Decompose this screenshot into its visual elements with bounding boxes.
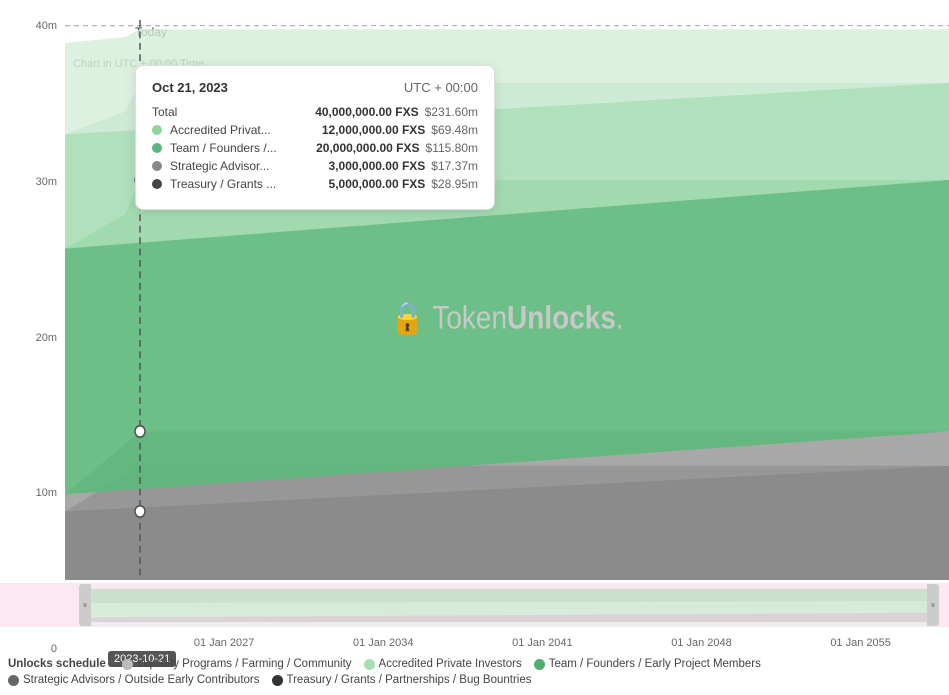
svg-text:🔒 TokenUnlocks.: 🔒 TokenUnlocks. bbox=[390, 301, 623, 336]
y-label-10m: 10m bbox=[8, 487, 57, 499]
treasury-dot bbox=[152, 179, 162, 189]
tooltip-row-team: Team / Founders /... 20,000,000.00 FXS $… bbox=[152, 141, 478, 155]
tooltip-row-strategic: Strategic Advisor... 3,000,000.00 FXS $1… bbox=[152, 159, 478, 173]
x-axis: 01 Jan 2027 01 Jan 2034 01 Jan 2041 01 J… bbox=[65, 631, 949, 655]
scrollbar-right-handle[interactable]: ⏸ bbox=[927, 584, 939, 626]
tooltip-row-total: Total 40,000,000.00 FXS $231.60m bbox=[152, 105, 478, 119]
legend-title: Unlocks schedule bbox=[8, 658, 106, 670]
accredited-legend-dot bbox=[364, 659, 375, 670]
legend: Unlocks schedule Liquidity Programs / Fa… bbox=[0, 654, 949, 690]
legend-item-strategic: Strategic Advisors / Outside Early Contr… bbox=[8, 674, 260, 686]
scrollbar-area[interactable]: ⏸ ⏸ bbox=[0, 583, 949, 627]
x-label-2034: 01 Jan 2034 bbox=[353, 637, 414, 649]
accredited-dot bbox=[152, 125, 162, 135]
legend-item-accredited: Accredited Private Investors bbox=[364, 658, 522, 670]
tooltip-row-treasury: Treasury / Grants ... 5,000,000.00 FXS $… bbox=[152, 177, 478, 191]
tooltip-timezone: UTC + 00:00 bbox=[404, 80, 478, 95]
legend-label-team: Team / Founders / Early Project Members bbox=[549, 658, 761, 670]
liquidity-dot bbox=[122, 659, 133, 670]
team-dot bbox=[152, 143, 162, 153]
legend-label-liquidity: Liquidity Programs / Farming / Community bbox=[137, 658, 352, 670]
x-label-2048: 01 Jan 2048 bbox=[671, 637, 732, 649]
y-axis: 40m 30m 20m 10m 0 bbox=[0, 20, 65, 655]
team-legend-dot bbox=[534, 659, 545, 670]
tooltip-date: Oct 21, 2023 bbox=[152, 80, 228, 95]
x-label-2055: 01 Jan 2055 bbox=[830, 637, 891, 649]
scrollbar-left-handle[interactable]: ⏸ bbox=[79, 584, 91, 626]
y-label-40m: 40m bbox=[8, 20, 57, 32]
legend-label-strategic: Strategic Advisors / Outside Early Contr… bbox=[23, 674, 260, 686]
treasury-legend-dot bbox=[272, 675, 283, 686]
strategic-dot bbox=[152, 161, 162, 171]
legend-item-liquidity: Liquidity Programs / Farming / Community bbox=[122, 658, 352, 670]
legend-item-team: Team / Founders / Early Project Members bbox=[534, 658, 761, 670]
legend-label-accredited: Accredited Private Investors bbox=[379, 658, 522, 670]
y-label-30m: 30m bbox=[8, 176, 57, 188]
x-label-2041: 01 Jan 2041 bbox=[512, 637, 573, 649]
strategic-legend-dot bbox=[8, 675, 19, 686]
y-label-20m: 20m bbox=[8, 332, 57, 344]
chart-container: 40m 30m 20m 10m 0 Today Chart in UTC + 0… bbox=[0, 0, 949, 695]
legend-item-treasury: Treasury / Grants / Partnerships / Bug B… bbox=[272, 674, 532, 686]
tooltip-row-accredited: Accredited Privat... 12,000,000.00 FXS $… bbox=[152, 123, 478, 137]
legend-label-treasury: Treasury / Grants / Partnerships / Bug B… bbox=[287, 674, 532, 686]
tooltip-header: Oct 21, 2023 UTC + 00:00 bbox=[152, 80, 478, 95]
tooltip: Oct 21, 2023 UTC + 00:00 Total 40,000,00… bbox=[135, 65, 495, 210]
x-label-2027: 01 Jan 2027 bbox=[194, 637, 255, 649]
scrollbar-chart bbox=[91, 584, 937, 626]
